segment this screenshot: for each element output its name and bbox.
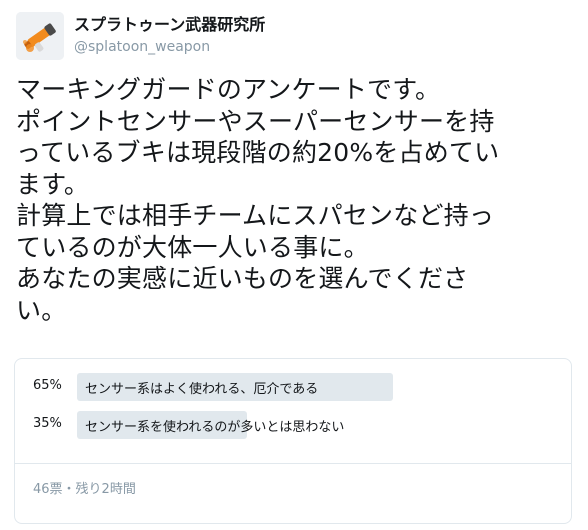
account-names: スプラトゥーン武器研究所 @splatoon_weapon <box>74 14 265 57</box>
poll-footer: 46票・残り2時間 <box>33 482 136 497</box>
tweet-text: マーキングガードのアンケートです。 ポイントセンサーやスーパーセンサーを持 って… <box>16 75 500 325</box>
poll-divider <box>15 463 571 464</box>
tweet-header: スプラトゥーン武器研究所 @splatoon_weapon <box>16 12 572 60</box>
poll-bar-track: センサー系はよく使われる、厄介である <box>77 373 555 401</box>
orange-splat-weapon-icon <box>16 12 64 60</box>
poll-card: 65% センサー系はよく使われる、厄介である 35% センサー系を使われるのが多… <box>14 358 572 524</box>
user-handle[interactable]: @splatoon_weapon <box>74 37 265 57</box>
poll-option-2: 35% センサー系を使われるのが多いとは思わない <box>15 411 571 439</box>
poll-option-percent: 65% <box>33 378 62 393</box>
poll-option-1: 65% センサー系はよく使われる、厄介である <box>15 373 571 401</box>
poll-option-percent: 35% <box>33 416 62 431</box>
display-name[interactable]: スプラトゥーン武器研究所 <box>74 14 265 36</box>
poll-option-label: センサー系を使われるのが多いとは思わない <box>85 420 345 435</box>
poll-bar-track: センサー系を使われるのが多いとは思わない <box>77 411 555 439</box>
poll-option-label: センサー系はよく使われる、厄介である <box>85 382 319 397</box>
avatar[interactable] <box>16 12 64 60</box>
